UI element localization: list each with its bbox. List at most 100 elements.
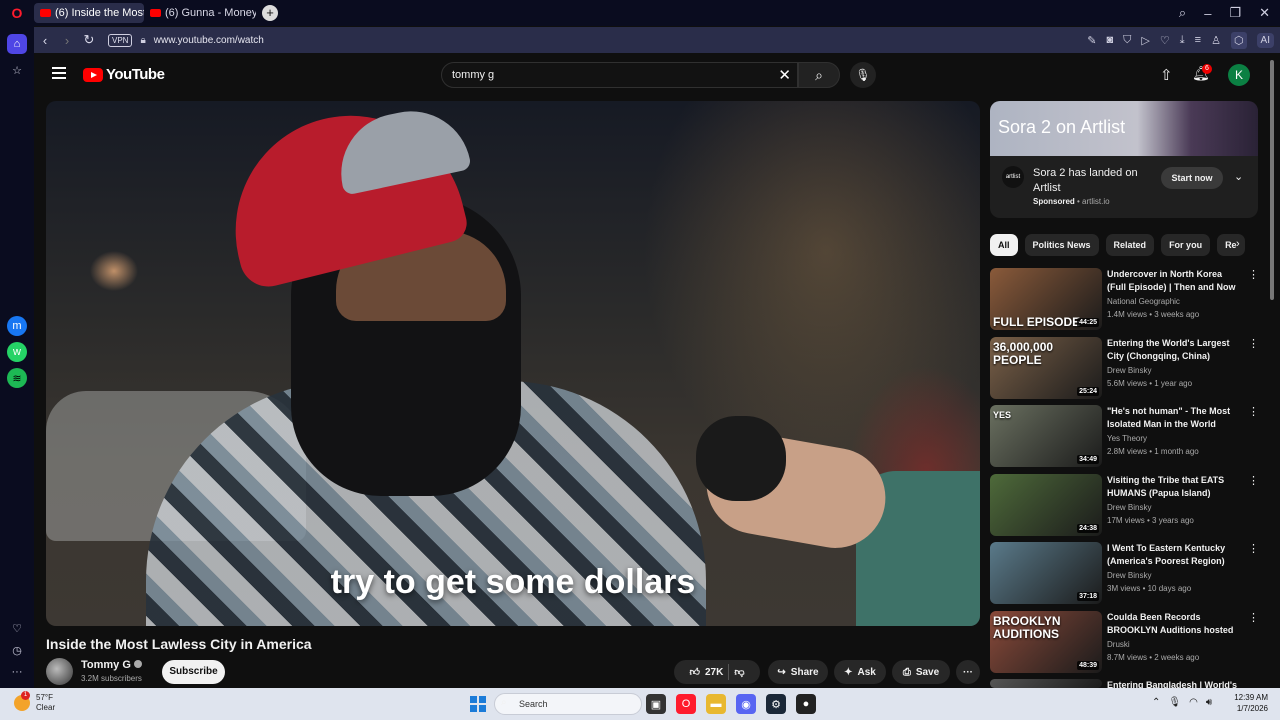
channel-name[interactable]: Tommy G	[81, 659, 142, 671]
recommended-channel[interactable]: Drew Binsky	[1107, 503, 1151, 512]
taskbar-search[interactable]: Search	[494, 693, 642, 715]
volume-icon[interactable]: 🔊︎	[1206, 697, 1212, 708]
recommended-channel[interactable]: Yes Theory	[1107, 434, 1147, 443]
task-view-icon[interactable]: ▣	[646, 694, 666, 714]
url-field[interactable]: www.youtube.com/watch	[154, 35, 264, 46]
chip-related[interactable]: Related	[1105, 234, 1155, 256]
video-thumbnail[interactable]: 36,000,000 PEOPLE 25:24	[990, 337, 1102, 399]
video-thumbnail[interactable]: BROOKLYN AUDITIONS 48:39	[990, 611, 1102, 673]
windows-start-icon[interactable]	[470, 696, 486, 712]
discord-icon[interactable]: ◉	[736, 694, 756, 714]
recommended-video[interactable]: 37:18 I Went To Eastern Kentucky (America…	[990, 542, 1260, 604]
whatsapp-icon[interactable]: w	[7, 342, 27, 362]
heart-icon[interactable]: ♡	[1160, 34, 1170, 47]
start-now-button[interactable]: Start now	[1161, 167, 1223, 189]
close-window-button[interactable]: ✕	[1259, 5, 1270, 21]
clear-search-icon[interactable]: ✕	[778, 66, 791, 84]
like-icon[interactable]: 👍︎	[690, 666, 700, 678]
ai-button[interactable]: AI	[1256, 32, 1274, 48]
recommended-video[interactable]: 36,000,000 PEOPLE 25:24 Entering the World…	[990, 337, 1260, 399]
tab-inside-lawless-city[interactable]: (6) Inside the Most La	[34, 3, 144, 23]
microphone-icon[interactable]: 🎙︎	[1168, 697, 1181, 708]
video-thumbnail[interactable]: FULL EPISODE 44:25	[990, 268, 1102, 330]
more-vertical-icon[interactable]: ⋮	[1248, 474, 1259, 487]
chevron-right-icon[interactable]: ›	[1236, 238, 1240, 250]
search-input[interactable]	[452, 67, 752, 83]
recommended-video-title[interactable]: I Went To Eastern Kentucky (America's Po…	[1107, 542, 1243, 568]
recommended-channel[interactable]: Drew Binsky	[1107, 366, 1151, 375]
taskbar-clock[interactable]: 12:39 AM 1/7/2026	[1230, 692, 1268, 714]
more-vertical-icon[interactable]: ⋮	[1248, 405, 1259, 418]
artlist-logo-icon[interactable]: artlist	[1002, 166, 1024, 188]
chip-all[interactable]: All	[990, 234, 1018, 256]
sponsored-ad-card[interactable]: Sora 2 on Artlist	[990, 101, 1258, 218]
recommended-channel[interactable]: National Geographic	[1107, 297, 1180, 306]
reload-button[interactable]: ↻	[78, 32, 100, 48]
recommended-channel[interactable]: Drew Binsky	[1107, 571, 1151, 580]
file-explorer-icon[interactable]: ▬	[706, 694, 726, 714]
search-tabs-icon[interactable]: ⌕	[1179, 5, 1186, 21]
chip-politics-news[interactable]: Politics News	[1024, 234, 1099, 256]
camera-icon[interactable]: ◙	[1107, 34, 1114, 46]
video-thumbnail[interactable]: 37:18	[990, 542, 1102, 604]
recommended-video[interactable]: Entering Bangladesh | World's⋮	[990, 679, 1260, 688]
recommended-video[interactable]: BROOKLYN AUDITIONS 48:39 Coulda Been Recor…	[990, 611, 1260, 673]
ask-button[interactable]: ✦ Ask	[834, 660, 886, 684]
chip-for-you[interactable]: For you	[1161, 234, 1211, 256]
star-icon[interactable]: ☆	[7, 60, 27, 80]
heart-icon[interactable]: ♡	[7, 618, 27, 638]
more-vertical-icon[interactable]: ⋮	[1248, 542, 1259, 555]
recommended-video[interactable]: FULL EPISODE 44:25 Undercover in North Kor…	[990, 268, 1260, 330]
save-button[interactable]: ⎙ Save	[892, 660, 950, 684]
ad-banner-image[interactable]: Sora 2 on Artlist	[990, 101, 1258, 156]
more-actions-button[interactable]: ···	[956, 660, 980, 684]
lock-icon[interactable]: 🔒︎	[140, 35, 145, 46]
voice-search-button[interactable]: 🎙︎	[850, 62, 876, 88]
more-vertical-icon[interactable]: ⋮	[1248, 611, 1259, 624]
channel-avatar[interactable]	[46, 658, 73, 685]
recommended-video-title[interactable]: "He's not human" - The Most Isolated Man…	[1107, 405, 1243, 431]
back-button[interactable]: ‹	[34, 33, 56, 48]
recommended-video-title[interactable]: Visiting the Tribe that EATS HUMANS (Pap…	[1107, 474, 1243, 500]
extension-icon[interactable]: ⬡	[1230, 31, 1247, 49]
profile-icon[interactable]: ♙	[1211, 34, 1221, 47]
shield-icon[interactable]: ⛉	[1123, 34, 1131, 47]
like-count[interactable]: 27K	[705, 667, 723, 678]
more-vertical-icon[interactable]: ⋮	[1248, 337, 1259, 350]
vpn-badge[interactable]: VPN	[108, 33, 133, 47]
menu-icon[interactable]: ≡	[1195, 34, 1201, 46]
spotify-icon[interactable]: ≋	[7, 368, 27, 388]
tab-gunna-money-talk[interactable]: (6) Gunna - Money Talk [M	[144, 3, 256, 23]
opera-logo-icon[interactable]: O	[0, 0, 34, 26]
history-icon[interactable]: ◷	[7, 640, 27, 660]
share-button[interactable]: ↪ Share	[768, 660, 828, 684]
chip-more[interactable]: Re	[1217, 234, 1245, 256]
opera-taskbar-icon[interactable]: O	[676, 694, 696, 714]
page-scrollbar[interactable]	[1270, 60, 1274, 300]
recommended-channel[interactable]: Druski	[1107, 640, 1130, 649]
edit-icon[interactable]: ✎	[1087, 34, 1096, 47]
video-thumbnail[interactable]	[990, 679, 1102, 688]
account-avatar[interactable]: K	[1228, 64, 1250, 86]
recommended-video-title[interactable]: Entering Bangladesh | World's	[1107, 679, 1243, 688]
download-icon[interactable]: ⤓	[1180, 34, 1185, 47]
subscribe-button[interactable]: Subscribe	[162, 660, 225, 684]
new-tab-button[interactable]: +	[262, 5, 278, 21]
chevron-up-icon[interactable]: ⌃	[1152, 697, 1160, 708]
more-vertical-icon[interactable]: ⋮	[1248, 268, 1259, 281]
home-icon[interactable]: ⌂	[7, 34, 27, 54]
video-thumbnail[interactable]: 24:38	[990, 474, 1102, 536]
play-icon[interactable]: ▷	[1141, 34, 1149, 47]
recommended-video[interactable]: 24:38 Visiting the Tribe that EATS HUMANS…	[990, 474, 1260, 536]
recommended-video-title[interactable]: Coulda Been Records BROOKLYN Auditions h…	[1107, 611, 1243, 637]
video-thumbnail[interactable]: YES 34:49	[990, 405, 1102, 467]
search-button[interactable]: ⌕	[798, 62, 840, 88]
maximize-button[interactable]: ❐	[1229, 5, 1241, 21]
chevron-down-icon[interactable]: ⌄	[1234, 170, 1243, 183]
app-icon[interactable]: ●	[796, 694, 816, 714]
recommended-video-title[interactable]: Undercover in North Korea (Full Episode)…	[1107, 268, 1243, 294]
messenger-icon[interactable]: m	[7, 316, 27, 336]
more-icon[interactable]: ···	[7, 662, 27, 682]
minimize-button[interactable]: –	[1204, 6, 1211, 21]
guide-menu-icon[interactable]	[52, 67, 66, 79]
